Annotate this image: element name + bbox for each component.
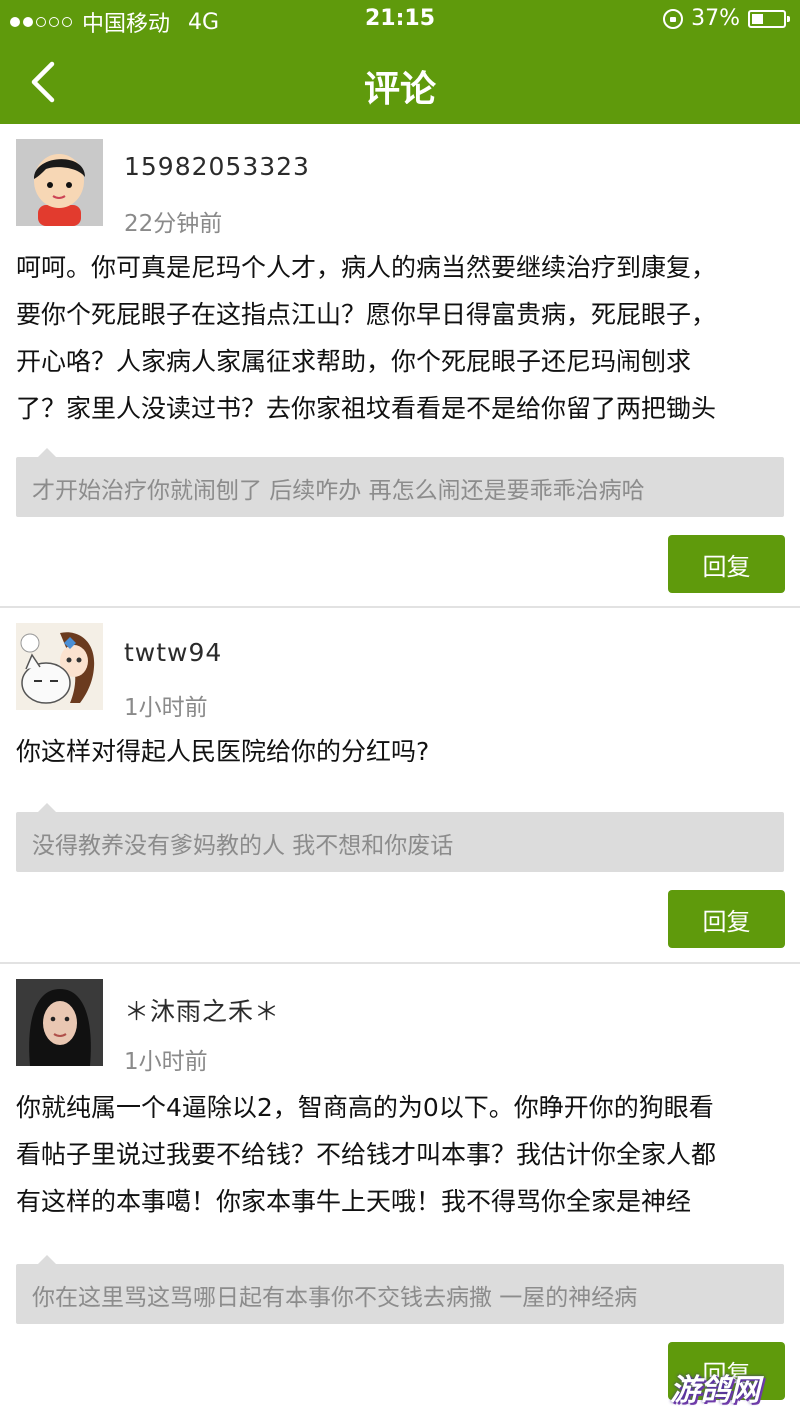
comment-content: 你这样对得起人民医院给你的分红吗?	[16, 728, 786, 775]
comment-item: ＊沐雨之禾＊ 1小时前 你就纯属一个4逼除以2，智商高的为0以下。你睁开你的狗眼…	[0, 964, 800, 1423]
comment-line: 了？家里人没读过书？去你家祖坟看看是不是给你留了两把锄头	[16, 394, 717, 423]
watermark: 游鸽网	[670, 1373, 760, 1408]
battery-percent: 37%	[691, 6, 740, 31]
reply-text: 你在这里骂这骂哪日起有本事你不交钱去病撒 一屋的神经病	[32, 1285, 638, 1311]
comment-time: 1小时前	[124, 1049, 208, 1075]
orientation-lock-icon	[663, 8, 684, 29]
avatar	[16, 139, 103, 226]
reply-quote: 才开始治疗你就闹刨了 后续咋办 再怎么闹还是要乖乖治病哈	[16, 448, 784, 517]
comment-line: 呵呵。你可真是尼玛个人才，病人的病当然要继续治疗到康复，	[16, 253, 717, 282]
avatar	[16, 979, 103, 1066]
comment-item: twtw94 1小时前 你这样对得起人民医院给你的分红吗? 没得教养没有爹妈教的…	[0, 608, 800, 964]
reply-text: 没得教养没有爹妈教的人 我不想和你废话	[32, 833, 454, 859]
comment-content: 你就纯属一个4逼除以2，智商高的为0以下。你睁开你的狗眼看 看帖子里说过我要不给…	[16, 1084, 786, 1225]
comment-line: 要你个死屁眼子在这指点江山？愿你早日得富贵病，死屁眼子，	[16, 300, 717, 329]
reply-button[interactable]: 回复	[668, 890, 785, 948]
page-title: 评论	[363, 69, 436, 110]
comment-content: 呵呵。你可真是尼玛个人才，病人的病当然要继续治疗到康复， 要你个死屁眼子在这指点…	[16, 244, 786, 432]
comment-line: 你这样对得起人民医院给你的分红吗?	[16, 737, 430, 766]
reply-quote: 没得教养没有爹妈教的人 我不想和你废话	[16, 803, 784, 872]
comment-item: 15982053323 22分钟前 呵呵。你可真是尼玛个人才，病人的病当然要继续…	[0, 124, 800, 608]
comment-username[interactable]: 15982053323	[124, 152, 310, 181]
status-bar: 中国移动 4G 21:15 37%	[0, 0, 800, 40]
battery-group: 37%	[663, 6, 790, 31]
avatar	[16, 623, 103, 710]
comment-line: 你就纯属一个4逼除以2，智商高的为0以下。你睁开你的狗眼看	[16, 1093, 714, 1122]
comment-line: 看帖子里说过我要不给钱？不给钱才叫本事？我估计你全家人都	[16, 1140, 717, 1169]
reply-button[interactable]: 回复	[668, 535, 785, 593]
comment-username[interactable]: ＊沐雨之禾＊	[124, 992, 280, 1028]
comment-line: 有这样的本事噶！你家本事牛上天哦！我不得骂你全家是神经	[16, 1187, 692, 1216]
reply-quote: 你在这里骂这骂哪日起有本事你不交钱去病撒 一屋的神经病	[16, 1255, 784, 1324]
nav-bar: 评论	[0, 40, 800, 124]
comment-time: 1小时前	[124, 695, 208, 721]
comment-username[interactable]: twtw94	[124, 638, 222, 667]
battery-icon	[748, 9, 790, 28]
comment-time: 22分钟前	[124, 211, 223, 237]
comment-line: 开心咯？人家病人家属征求帮助，你个死屁眼子还尼玛闹刨求	[16, 347, 692, 376]
reply-text: 才开始治疗你就闹刨了 后续咋办 再怎么闹还是要乖乖治病哈	[32, 478, 645, 504]
